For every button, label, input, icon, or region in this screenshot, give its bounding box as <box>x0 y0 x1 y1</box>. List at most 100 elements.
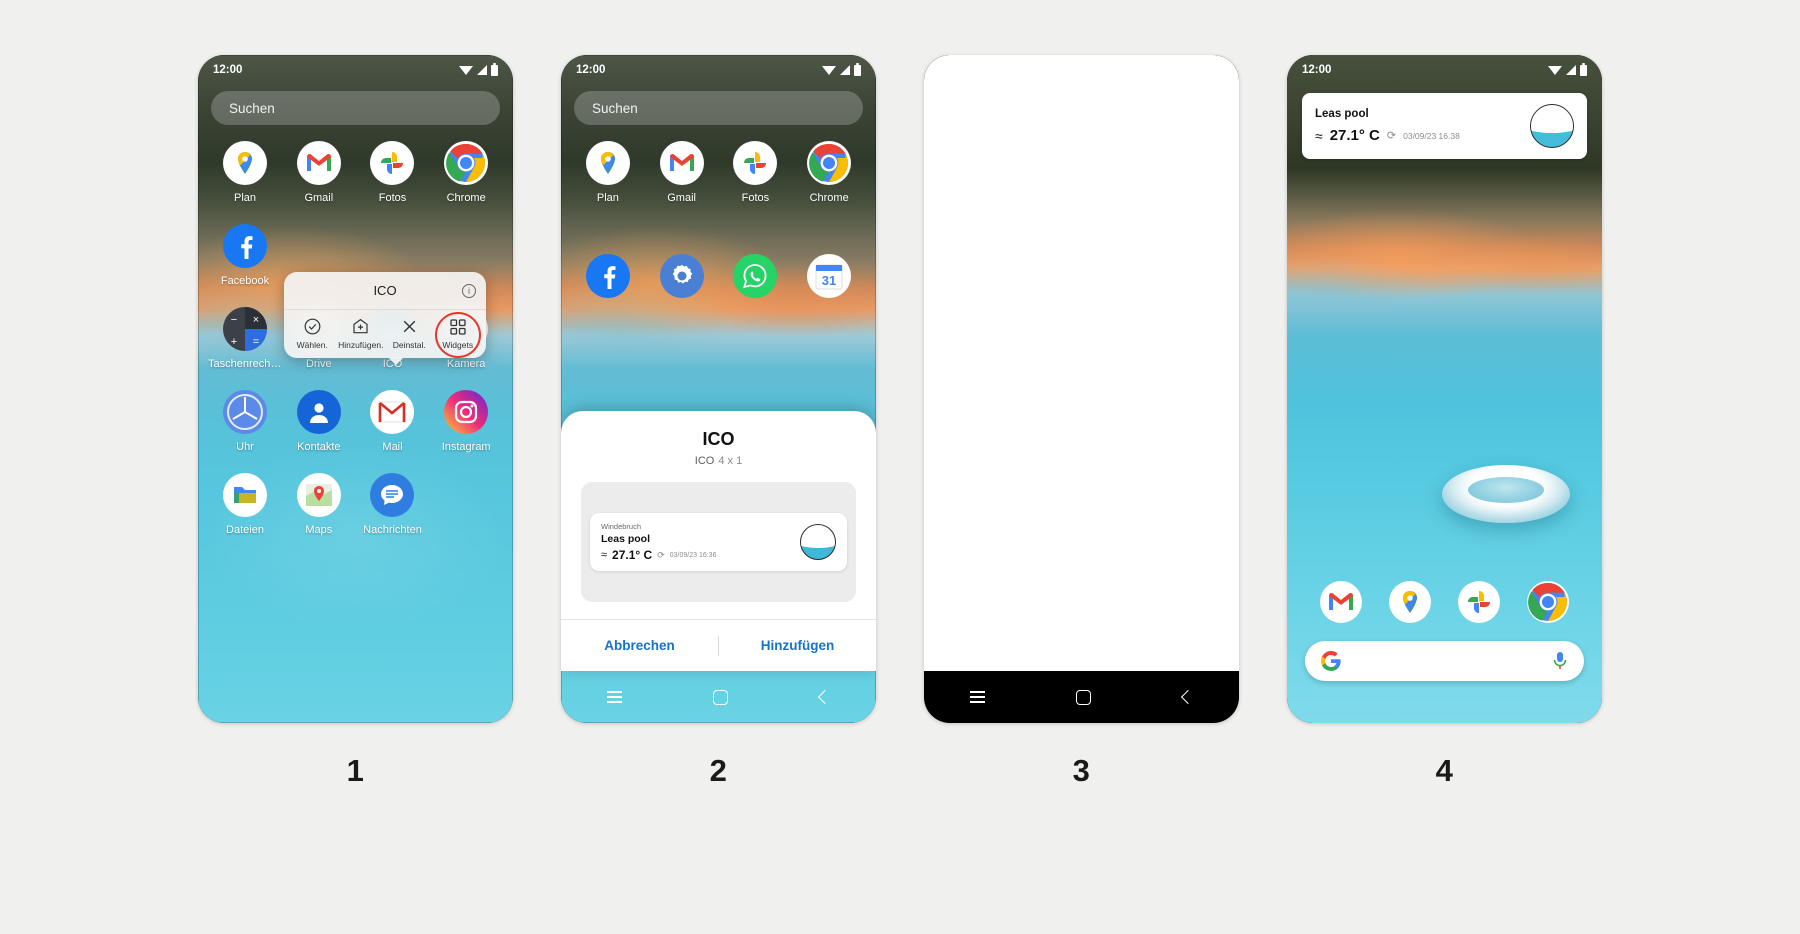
app-facebook[interactable] <box>571 254 645 298</box>
widget-reading-row: ≈ 27.1° C ⟳ 03/09/23 16:36 <box>601 548 716 562</box>
menu-item-hinzufuegen[interactable]: Hinzufügen. <box>337 317 386 350</box>
app-taschenrechner[interactable]: − × + = Taschenrechner <box>208 307 282 370</box>
widget-timestamp: 03/09/23 16:36 <box>669 551 717 559</box>
wave-icon: ≈ <box>601 549 608 561</box>
widget-info: Windebruch Leas pool ≈ 27.1° C ⟳ 03/09/2… <box>601 522 716 562</box>
app-context-menu: ICO i Wählen. Hinzufügen. Deinstal. Widg… <box>284 272 486 365</box>
app-plan[interactable]: Plan <box>208 141 282 204</box>
gmail-icon <box>296 141 341 185</box>
dock-item-plan[interactable] <box>1389 581 1432 623</box>
app-plan[interactable]: Plan <box>571 141 645 204</box>
phone-column-4: 12:00 Leas pool ≈ 27.1° C ⟳ 03/09/23 16.… <box>1287 55 1602 789</box>
add-home-icon <box>351 317 370 336</box>
signal-icon <box>840 65 850 75</box>
app-label: Kamera <box>446 358 486 370</box>
sheet-subtitle: ICO 4 x 1 <box>561 455 876 467</box>
widgets-grid-icon <box>448 317 467 336</box>
status-time: 12:00 <box>213 64 243 76</box>
app-fotos[interactable]: Fotos <box>356 141 430 204</box>
pool-badge-icon <box>800 524 836 560</box>
phone-column-2: 12:00 Suchen Plan Gmail Fotos Chrome 31 … <box>561 55 876 789</box>
home-screen-ico-widget[interactable]: Leas pool ≈ 27.1° C ⟳ 03/09/23 16.38 <box>1302 93 1587 159</box>
close-icon <box>400 317 419 336</box>
app-calendar[interactable]: 31 <box>792 254 866 298</box>
app-label: Maps <box>305 524 333 536</box>
pool-float-object <box>1442 465 1570 523</box>
dock-item-fotos[interactable] <box>1457 581 1500 623</box>
app-label: Drive <box>305 358 332 370</box>
back-icon[interactable] <box>1181 689 1196 705</box>
search-bar[interactable]: Suchen <box>574 91 863 125</box>
instagram-icon <box>444 390 489 434</box>
app-label: Taschenrechner <box>208 358 282 370</box>
menu-item-label: Widgets <box>442 340 474 350</box>
app-uhr[interactable]: Uhr <box>208 390 282 453</box>
menu-item-deinstal[interactable]: Deinstal. <box>385 317 434 350</box>
app-whatsapp[interactable] <box>719 254 793 298</box>
contacts-icon <box>296 390 341 434</box>
menu-item-widgets[interactable]: Widgets <box>434 317 483 350</box>
app-maps[interactable]: Maps <box>282 473 356 536</box>
pool-selection-screen <box>924 55 1239 723</box>
home-icon[interactable] <box>713 689 729 705</box>
context-menu-pointer <box>388 357 404 365</box>
app-label: Plan <box>233 192 257 204</box>
files-icon <box>223 473 267 517</box>
dock-item-gmail[interactable] <box>1320 581 1363 623</box>
menu-item-waehlen[interactable]: Wählen. <box>288 317 337 350</box>
app-fotos[interactable]: Fotos <box>719 141 793 204</box>
context-menu-actions: Wählen. Hinzufügen. Deinstal. Widgets <box>284 310 486 358</box>
google-g-icon <box>1321 651 1341 671</box>
google-search-bar[interactable] <box>1305 641 1584 681</box>
signal-icon <box>477 65 487 75</box>
microphone-icon[interactable] <box>1552 651 1568 671</box>
search-placeholder: Suchen <box>592 100 638 116</box>
info-icon[interactable]: i <box>462 284 476 298</box>
app-label: Plan <box>596 192 619 204</box>
chrome-icon <box>1526 581 1569 623</box>
ico-widget-card[interactable]: Windebruch Leas pool ≈ 27.1° C ⟳ 03/09/2… <box>590 513 847 571</box>
phone-screen-3: 12:00 Klicken Sie, um ein Schwimmbad ode… <box>924 55 1239 723</box>
app-settings[interactable] <box>645 254 719 298</box>
app-label: Chrome <box>809 192 849 204</box>
gmail-icon <box>1320 581 1363 623</box>
google-photos-icon <box>1457 581 1500 623</box>
app-chrome[interactable]: Chrome <box>792 141 866 204</box>
app-label: Mail <box>382 441 403 453</box>
phone-column-3: 12:00 Klicken Sie, um ein Schwimmbad ode… <box>924 55 1239 789</box>
back-icon[interactable] <box>818 689 833 705</box>
app-mail[interactable]: Mail <box>356 390 430 453</box>
status-icons <box>1548 62 1587 76</box>
app-nachrichten[interactable]: Nachrichten <box>356 473 430 536</box>
widget-preview[interactable]: Windebruch Leas pool ≈ 27.1° C ⟳ 03/09/2… <box>581 482 856 602</box>
cancel-button[interactable]: Abbrechen <box>561 638 718 653</box>
google-maps-icon <box>585 141 630 185</box>
app-label: Fotos <box>741 192 770 204</box>
phone-column-1: 12:00 Suchen Plan Gmail Fotos Chrome Fac… <box>198 55 513 789</box>
context-menu-title: ICO <box>373 283 397 298</box>
app-gmail[interactable]: Gmail <box>282 141 356 204</box>
signal-icon <box>1566 65 1576 75</box>
svg-text:−: − <box>231 314 237 326</box>
app-facebook[interactable]: Facebook <box>208 224 282 287</box>
wave-icon: ≈ <box>1315 127 1323 144</box>
app-label: Instagram <box>441 441 491 453</box>
app-chrome[interactable]: Chrome <box>429 141 503 204</box>
dock-item-chrome[interactable] <box>1526 581 1569 623</box>
app-instagram[interactable]: Instagram <box>429 390 503 453</box>
app-kontakte[interactable]: Kontakte <box>282 390 356 453</box>
recents-icon[interactable] <box>606 691 622 703</box>
sync-icon: ⟳ <box>657 549 665 560</box>
search-bar[interactable]: Suchen <box>211 91 500 125</box>
screenshot-strip: 12:00 Suchen Plan Gmail Fotos Chrome Fac… <box>0 0 1800 934</box>
home-icon[interactable] <box>1076 689 1092 705</box>
add-button[interactable]: Hinzufügen <box>719 638 876 653</box>
step-number: 3 <box>1072 753 1091 788</box>
widget-pool-name: Leas pool <box>1315 108 1369 120</box>
app-gmail[interactable]: Gmail <box>645 141 719 204</box>
recents-icon[interactable] <box>969 691 985 703</box>
svg-text:31: 31 <box>822 273 836 288</box>
app-dateien[interactable]: Dateien <box>208 473 282 536</box>
pool-badge-icon <box>1530 104 1574 148</box>
sheet-title: ICO <box>702 429 735 449</box>
